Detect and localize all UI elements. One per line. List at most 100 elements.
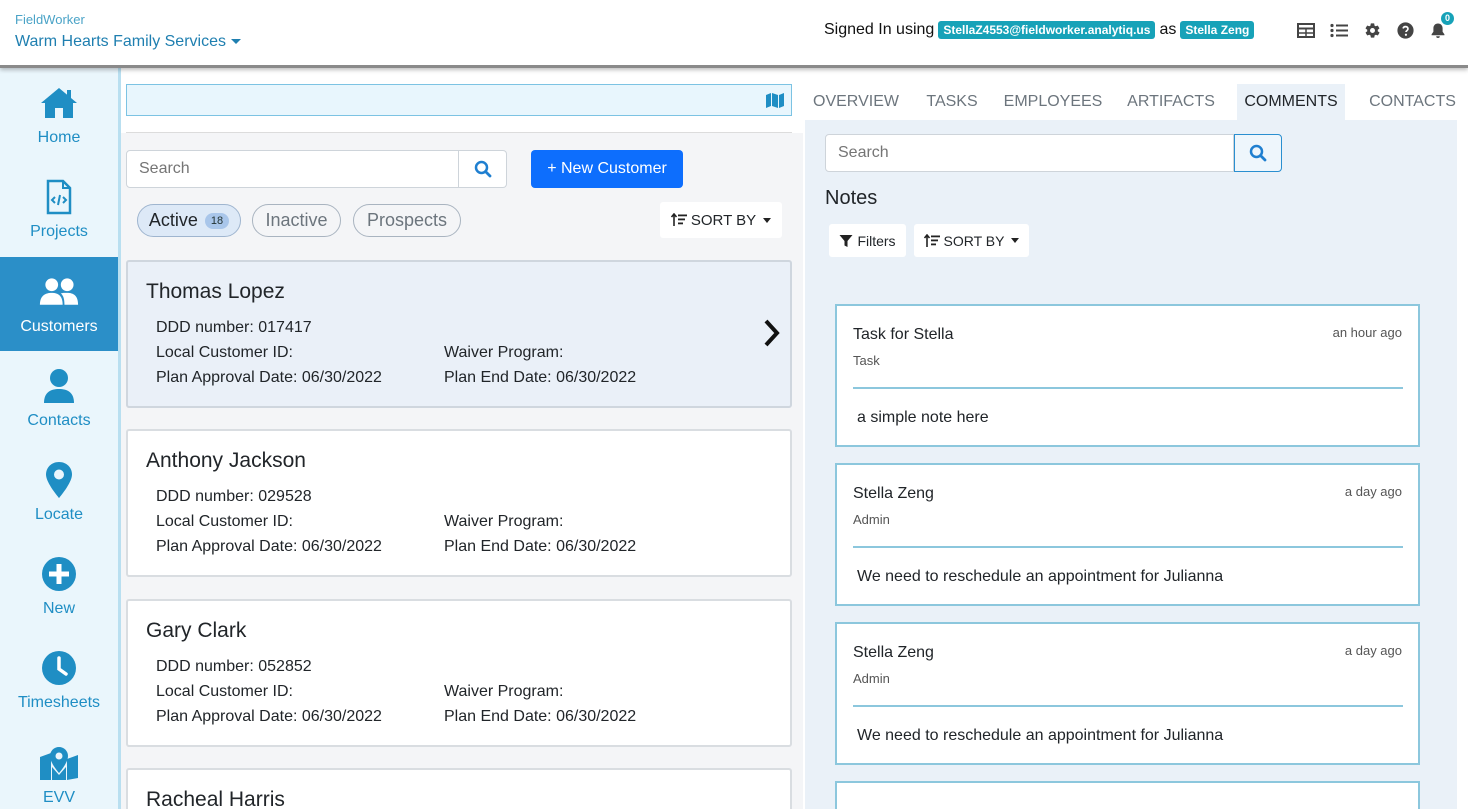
tab-artifacts[interactable]: ARTIFACTS	[1119, 84, 1223, 120]
filter-label: Prospects	[366, 210, 448, 230]
waiver-program: Waiver Program:	[444, 344, 564, 361]
notes-filters-button[interactable]: Filters	[829, 224, 906, 257]
local-customer-id: Local Customer ID:	[156, 344, 293, 361]
search-icon	[474, 160, 491, 178]
sidebar-item-label: EVV	[42, 789, 75, 806]
sidebar-item-label: Contacts	[27, 412, 91, 429]
note-role: Admin	[853, 512, 890, 527]
sidebar-item-evv[interactable]: EVV	[0, 727, 118, 809]
org-name: Warm Hearts Family Services	[15, 33, 226, 50]
sidebar-item-new[interactable]: New	[0, 539, 118, 633]
sidebar-item-projects[interactable]: Projects	[0, 162, 118, 256]
sidebar-item-contacts[interactable]: Contacts	[0, 351, 118, 445]
user-badge: Stella Zeng	[1180, 21, 1255, 39]
plan-end-date: Plan End Date: 06/30/2022	[444, 369, 637, 386]
customer-card[interactable]: Racheal Harris	[126, 768, 792, 811]
filter-icon	[839, 234, 853, 247]
user-icon	[39, 366, 79, 406]
ddd-number: DDD number: 052852	[156, 658, 312, 675]
tab-comments[interactable]: COMMENTS	[1237, 84, 1345, 120]
search-icon	[1249, 144, 1267, 162]
map-marker-icon	[39, 460, 79, 500]
filters-label: Filters	[857, 232, 896, 249]
top-header: FieldWorker Warm Hearts Family Services …	[0, 0, 1468, 68]
notes-sort-button[interactable]: SORT BY	[914, 224, 1029, 257]
tab-contacts[interactable]: CONTACTS	[1357, 84, 1468, 120]
chevron-down-icon	[230, 39, 241, 45]
notes-title: Notes	[825, 187, 878, 209]
note-card[interactable]	[835, 781, 1420, 809]
table-icon[interactable]	[1296, 20, 1316, 40]
sidebar-item-customers[interactable]: Customers	[0, 257, 118, 351]
customer-name: Gary Clark	[146, 619, 247, 642]
tab-employees[interactable]: EMPLOYEES	[999, 84, 1107, 120]
note-role: Task	[853, 353, 880, 368]
sidebar-item-label: Timesheets	[17, 694, 101, 711]
chevron-down-icon	[1011, 238, 1020, 243]
customer-card[interactable]: Anthony Jackson DDD number: 029528 Local…	[126, 429, 792, 577]
help-icon[interactable]	[1395, 20, 1415, 40]
list-icon[interactable]	[1329, 20, 1349, 40]
note-divider	[853, 387, 1403, 389]
plan-end-date: Plan End Date: 06/30/2022	[444, 708, 637, 725]
sort-icon	[670, 213, 687, 226]
sidebar-item-label: New	[42, 600, 75, 617]
filter-inactive[interactable]: Inactive	[252, 204, 341, 237]
note-title: Stella Zeng	[853, 485, 934, 502]
bell-icon[interactable]: 0	[1428, 12, 1454, 40]
new-customer-button[interactable]: + New Customer	[531, 150, 683, 188]
note-time: a day ago	[1344, 484, 1402, 499]
note-time: a day ago	[1344, 643, 1402, 658]
notes-search-input[interactable]	[825, 134, 1234, 172]
tab-tasks[interactable]: TASKS	[915, 84, 989, 120]
plan-approval-date: Plan Approval Date: 06/30/2022	[156, 369, 382, 386]
waiver-program: Waiver Program:	[444, 513, 564, 530]
app-name: FieldWorker	[15, 12, 85, 27]
sidebar-item-home[interactable]: Home	[0, 68, 118, 162]
signin-info: Signed In using StellaZ4553@fieldworker.…	[824, 21, 1255, 39]
note-card[interactable]: Stella Zeng Admin a day ago We need to r…	[835, 622, 1420, 765]
sort-label: SORT BY	[943, 232, 1005, 249]
active-count-badge: 18	[204, 212, 230, 229]
note-card[interactable]: Stella Zeng Admin a day ago We need to r…	[835, 463, 1420, 606]
chevron-right-icon[interactable]	[762, 318, 782, 353]
plan-end-date: Plan End Date: 06/30/2022	[444, 538, 637, 555]
note-body: We need to reschedule an appointment for…	[857, 568, 1224, 585]
customer-sort-button[interactable]: SORT BY	[660, 202, 782, 238]
signin-as: as	[1159, 21, 1177, 38]
sidebar-item-label: Customers	[20, 318, 98, 335]
filter-prospects[interactable]: Prospects	[353, 204, 461, 237]
users-icon	[39, 272, 79, 312]
sidebar-item-label: Home	[37, 129, 81, 146]
sidebar-item-timesheets[interactable]: Timesheets	[0, 633, 118, 727]
tab-overview[interactable]: OVERVIEW	[805, 84, 907, 120]
notes-search-button[interactable]	[1234, 134, 1282, 172]
note-body: We need to reschedule an appointment for…	[857, 727, 1224, 744]
email-badge: StellaZ4553@fieldworker.analytiq.us	[938, 21, 1156, 39]
map-location-icon	[39, 743, 79, 783]
filter-active[interactable]: Active 18	[137, 204, 241, 237]
map-search-bar[interactable]	[126, 84, 792, 116]
gear-icon[interactable]	[1362, 20, 1382, 40]
map-icon[interactable]	[765, 92, 785, 113]
detail-tabs: OVERVIEW TASKS EMPLOYEES ARTIFACTS COMME…	[805, 84, 1468, 120]
org-selector[interactable]: Warm Hearts Family Services	[15, 33, 241, 51]
sidebar-item-locate[interactable]: Locate	[0, 445, 118, 539]
customer-search-input[interactable]	[126, 150, 459, 188]
chevron-down-icon	[763, 217, 772, 223]
note-title: Task for Stella	[853, 326, 954, 343]
customer-card[interactable]: Thomas Lopez DDD number: 017417 Local Cu…	[126, 260, 792, 408]
customer-search-button[interactable]	[459, 150, 507, 188]
signin-prefix: Signed In using	[824, 21, 935, 38]
local-customer-id: Local Customer ID:	[156, 513, 293, 530]
customer-name: Anthony Jackson	[146, 449, 306, 472]
waiver-program: Waiver Program:	[444, 683, 564, 700]
filter-label: Active	[148, 210, 198, 230]
sort-icon	[923, 233, 940, 247]
customer-card[interactable]: Gary Clark DDD number: 052852 Local Cust…	[126, 599, 792, 747]
note-divider	[853, 705, 1403, 707]
customer-name: Thomas Lopez	[146, 280, 285, 303]
local-customer-id: Local Customer ID:	[156, 683, 293, 700]
note-card[interactable]: Task for Stella Task an hour ago a simpl…	[835, 304, 1420, 447]
sidebar-item-label: Projects	[30, 223, 88, 240]
